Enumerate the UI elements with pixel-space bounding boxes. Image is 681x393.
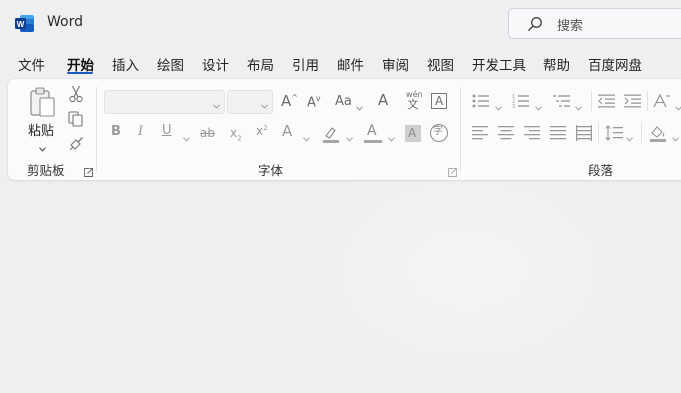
multilevel-list-icon[interactable]	[553, 94, 571, 108]
tab-help[interactable]: 帮助	[543, 54, 570, 74]
group-label-clipboard: 剪贴板	[27, 163, 65, 178]
inline-separator	[647, 91, 648, 111]
paste-icon[interactable]	[28, 86, 58, 118]
ribbon-panel: 粘贴 剪贴板 A^ Av Aa A wén 文 A B I U ab x2 x2…	[8, 79, 681, 180]
search-box[interactable]: 搜索	[508, 8, 681, 39]
decrease-indent-icon[interactable]	[598, 94, 615, 108]
paragraph-shading-icon[interactable]	[649, 124, 667, 142]
chevron-down-icon[interactable]	[303, 131, 310, 142]
chevron-down-icon[interactable]	[575, 100, 582, 111]
chevron-down-icon	[213, 98, 220, 109]
chevron-down-icon[interactable]	[672, 131, 679, 142]
logo-letter: W	[17, 20, 25, 29]
tab-design[interactable]: 设计	[202, 54, 229, 74]
inline-separator	[591, 91, 592, 111]
shrink-font-icon[interactable]: Av	[307, 95, 321, 110]
paste-dropdown-icon[interactable]	[39, 141, 46, 152]
font-launcher-icon[interactable]	[448, 166, 457, 177]
line-spacing-icon[interactable]	[605, 125, 623, 141]
grow-font-icon[interactable]: A^	[281, 94, 298, 109]
font-color-icon[interactable]: A	[364, 124, 382, 144]
cut-icon[interactable]	[69, 85, 83, 103]
tab-mailings[interactable]: 邮件	[337, 54, 364, 74]
chevron-down-icon[interactable]	[388, 131, 395, 142]
text-effects-icon[interactable]: A	[282, 124, 292, 139]
inline-separator	[641, 123, 642, 143]
phonetic-guide-icon[interactable]: wén 文	[406, 91, 423, 111]
clear-formatting-icon[interactable]: A	[378, 93, 388, 108]
font-name-combobox[interactable]	[104, 90, 225, 114]
tab-view[interactable]: 视图	[427, 54, 454, 74]
chevron-down-icon[interactable]	[535, 100, 542, 111]
align-left-icon[interactable]	[472, 126, 488, 140]
paste-button-label[interactable]: 粘贴	[28, 120, 54, 139]
ribbon-tabs: 文件 开始 插入 绘图 设计 布局 引用 邮件 审阅 视图 开发工具 帮助 百度…	[0, 52, 681, 76]
change-case-icon[interactable]: Aa	[335, 95, 352, 108]
enclose-characters-icon[interactable]: 字	[430, 124, 448, 142]
chevron-down-icon	[261, 98, 268, 109]
chevron-down-icon[interactable]	[356, 100, 363, 111]
group-separator	[96, 87, 97, 171]
active-tab-indicator	[67, 72, 93, 74]
tab-layout[interactable]: 布局	[247, 54, 274, 74]
group-separator	[460, 87, 461, 171]
font-size-combobox[interactable]	[227, 90, 273, 114]
group-label-font: 字体	[258, 163, 284, 178]
increase-indent-icon[interactable]	[624, 94, 641, 108]
bold-button[interactable]: B	[111, 125, 121, 138]
tab-review[interactable]: 审阅	[382, 54, 409, 74]
word-logo-icon: W	[15, 15, 34, 32]
app-title: Word	[47, 14, 83, 30]
clipboard-launcher-icon[interactable]	[84, 166, 93, 177]
italic-button[interactable]: I	[138, 125, 143, 138]
tab-insert[interactable]: 插入	[112, 54, 139, 74]
numbering-icon[interactable]: 1 2 3	[512, 94, 530, 108]
group-label-paragraph: 段落	[588, 163, 614, 178]
chevron-down-icon[interactable]	[183, 131, 190, 142]
tab-file[interactable]: 文件	[18, 54, 45, 74]
tab-references[interactable]: 引用	[292, 54, 319, 74]
superscript-button[interactable]: x2	[256, 125, 268, 138]
chevron-down-icon[interactable]	[675, 100, 681, 111]
svg-text:3: 3	[512, 104, 515, 108]
search-icon	[527, 16, 543, 32]
search-input[interactable]: 搜索	[557, 15, 583, 34]
chinese-layout-icon[interactable]	[653, 93, 671, 109]
chevron-down-icon[interactable]	[626, 131, 633, 142]
title-bar: W Word 搜索	[0, 0, 681, 46]
character-shading-icon[interactable]: A	[405, 125, 421, 142]
justify-icon[interactable]	[550, 126, 566, 140]
strikethrough-button[interactable]: ab	[200, 127, 215, 139]
tab-draw[interactable]: 绘图	[157, 54, 184, 74]
tab-developer[interactable]: 开发工具	[472, 54, 526, 74]
highlight-color-icon[interactable]	[322, 125, 340, 143]
chevron-down-icon[interactable]	[495, 100, 502, 111]
align-right-icon[interactable]	[524, 126, 540, 140]
bullets-icon[interactable]	[472, 94, 490, 108]
subscript-button[interactable]: x2	[230, 127, 242, 142]
align-center-icon[interactable]	[498, 126, 514, 140]
tab-home[interactable]: 开始	[67, 54, 94, 74]
format-painter-icon[interactable]	[68, 136, 84, 152]
distributed-icon[interactable]	[576, 125, 592, 141]
inline-separator	[598, 123, 599, 143]
copy-icon[interactable]	[68, 111, 84, 127]
character-border-icon[interactable]: A	[431, 93, 447, 109]
tab-baidu-netdisk[interactable]: 百度网盘	[588, 54, 642, 74]
chevron-down-icon[interactable]	[346, 131, 353, 142]
underline-button[interactable]: U	[162, 124, 172, 137]
